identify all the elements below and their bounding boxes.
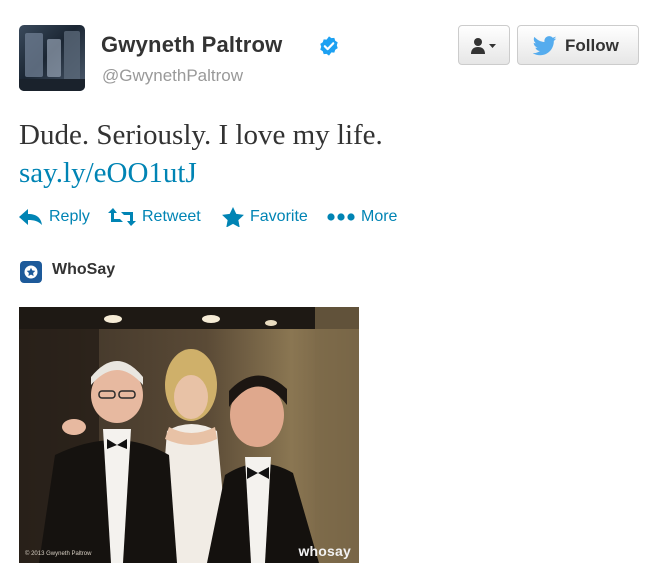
- reply-action[interactable]: Reply: [19, 205, 90, 229]
- more-dots-icon: [327, 213, 355, 221]
- photo-credit: © 2013 Gwyneth Paltrow: [25, 551, 92, 557]
- star-icon: [222, 207, 244, 227]
- reply-label: Reply: [49, 208, 90, 225]
- media-source-name[interactable]: WhoSay: [52, 261, 115, 279]
- user-handle[interactable]: @GwynethPaltrow: [102, 66, 243, 86]
- retweet-label: Retweet: [142, 208, 201, 225]
- retweet-action[interactable]: Retweet: [108, 205, 201, 229]
- twitter-bird-icon: [533, 36, 557, 56]
- verified-badge-icon: [320, 36, 338, 56]
- tweet-photo[interactable]: © 2013 Gwyneth Paltrow whosay: [19, 307, 359, 563]
- follow-button[interactable]: Follow: [517, 25, 639, 65]
- retweet-icon: [108, 208, 136, 226]
- whosay-watermark: whosay: [298, 543, 351, 559]
- tweet-link[interactable]: say.ly/eOO1utJ: [19, 154, 197, 192]
- follow-label: Follow: [565, 36, 619, 55]
- reply-icon: [19, 209, 42, 225]
- user-name[interactable]: Gwyneth Paltrow: [101, 32, 282, 58]
- more-action[interactable]: More: [327, 205, 397, 229]
- favorite-action[interactable]: Favorite: [222, 205, 308, 229]
- photo-illustration: [19, 307, 359, 563]
- profile-avatar[interactable]: [19, 25, 85, 91]
- tweet-text: Dude. Seriously. I love my life.: [19, 119, 383, 151]
- user-dropdown-icon: [471, 38, 496, 54]
- whosay-logo-icon[interactable]: [20, 261, 42, 283]
- user-actions-button[interactable]: [458, 25, 510, 65]
- favorite-label: Favorite: [250, 208, 308, 225]
- more-label: More: [361, 208, 398, 225]
